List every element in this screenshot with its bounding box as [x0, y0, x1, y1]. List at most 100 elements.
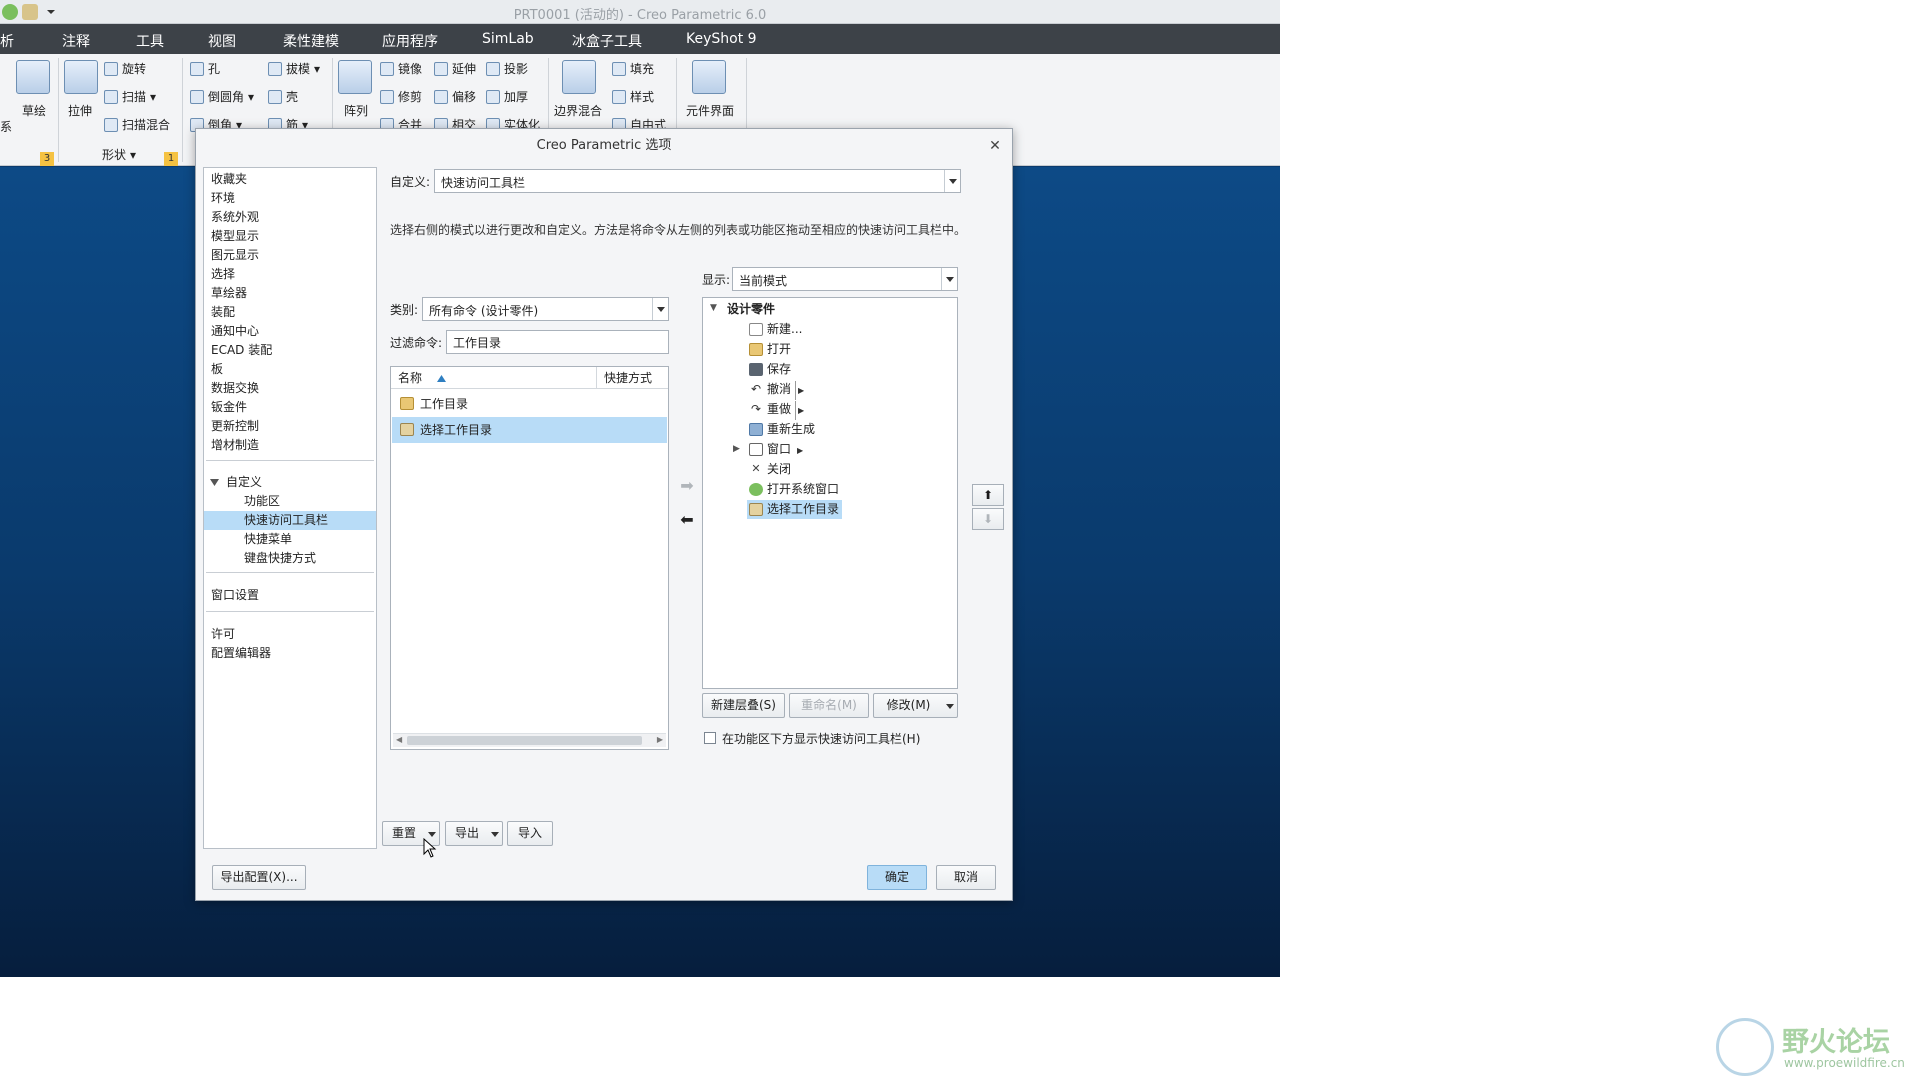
nav-favorites[interactable]: 收藏夹: [204, 170, 376, 189]
pattern-button[interactable]: 阵列: [344, 102, 368, 119]
boundary-blend-button[interactable]: 边界混合: [554, 102, 602, 119]
category-select[interactable]: 所有命令 (设计零件): [422, 297, 669, 321]
hole-button[interactable]: 孔: [190, 60, 220, 77]
customize-select[interactable]: 快速访问工具栏: [434, 169, 961, 193]
tree-item-close[interactable]: ✕ 关闭: [747, 460, 791, 479]
command-list-scrollbar[interactable]: ◀ ▶: [393, 733, 666, 747]
nav-board[interactable]: 板: [204, 360, 376, 379]
component-interface-button[interactable]: 元件界面: [686, 102, 734, 119]
tree-item-select-working-dir[interactable]: 选择工作目录: [747, 500, 843, 519]
list-item[interactable]: 选择工作目录: [392, 417, 667, 443]
scrollbar-thumb[interactable]: [407, 736, 642, 745]
menu-annotate[interactable]: 注释: [62, 31, 90, 51]
menu-keyshot[interactable]: KeyShot 9: [686, 31, 757, 47]
component-interface-icon[interactable]: [692, 60, 726, 94]
nav-shortcut-menus[interactable]: 快捷菜单: [204, 530, 376, 549]
modify-button[interactable]: 修改(M): [873, 693, 958, 718]
sweep-button[interactable]: 扫描 ▾: [104, 88, 156, 105]
thicken-button[interactable]: 加厚: [486, 88, 528, 105]
nav-update-control[interactable]: 更新控制: [204, 417, 376, 436]
nav-window-settings[interactable]: 窗口设置: [204, 586, 376, 605]
shell-button[interactable]: 壳: [268, 88, 298, 105]
tree-item-open[interactable]: 打开: [747, 340, 791, 359]
menu-view[interactable]: 视图: [208, 31, 236, 51]
scroll-right-icon[interactable]: ▶: [657, 735, 663, 744]
boundary-blend-icon[interactable]: [562, 60, 596, 94]
pattern-icon[interactable]: [338, 60, 372, 94]
nav-sketcher[interactable]: 草绘器: [204, 284, 376, 303]
shortcut-column-header[interactable]: 快捷方式: [597, 367, 668, 389]
add-to-toolbar-arrow-icon[interactable]: ➡: [677, 476, 697, 496]
nav-notification-center[interactable]: 通知中心: [204, 322, 376, 341]
fill-button[interactable]: 填充: [612, 60, 654, 77]
nav-sheetmetal[interactable]: 钣金件: [204, 398, 376, 417]
tree-item-redo[interactable]: ↷ 重做 ▶: [747, 400, 804, 420]
nav-environment[interactable]: 环境: [204, 189, 376, 208]
expand-icon[interactable]: ▶: [733, 444, 740, 454]
export-button[interactable]: 导出: [445, 821, 503, 846]
nav-quick-access-toolbar[interactable]: 快速访问工具栏: [204, 511, 376, 530]
remove-from-toolbar-arrow-icon[interactable]: ⬅: [677, 510, 697, 530]
tree-item-save[interactable]: 保存: [747, 360, 791, 379]
nav-entity-display[interactable]: 图元显示: [204, 246, 376, 265]
move-up-button[interactable]: ⬆: [972, 484, 1004, 506]
show-mode-select[interactable]: 当前模式: [732, 267, 958, 291]
sketch-icon[interactable]: [16, 60, 50, 94]
shape-group-label[interactable]: 形状 ▾: [102, 146, 136, 163]
menu-tools[interactable]: 工具: [136, 31, 164, 51]
tree-item-new[interactable]: 新建...: [747, 320, 802, 339]
nav-keyboard-shortcuts[interactable]: 键盘快捷方式: [204, 549, 376, 568]
filter-commands-input[interactable]: [446, 330, 669, 354]
tree-item-open-system-window[interactable]: 打开系统窗口: [747, 480, 839, 499]
trim-button[interactable]: 修剪: [380, 88, 422, 105]
tree-item-regenerate[interactable]: 重新生成: [747, 420, 815, 439]
swept-blend-button[interactable]: 扫描混合: [104, 116, 170, 133]
extrude-button[interactable]: 拉伸: [68, 102, 92, 119]
close-icon[interactable]: ✕: [986, 137, 1004, 155]
menu-simlab[interactable]: SimLab: [482, 31, 534, 47]
draft-button[interactable]: 拔模 ▾: [268, 60, 320, 77]
rename-button[interactable]: 重命名(M): [789, 693, 869, 718]
revolve-label: 旋转: [122, 62, 147, 76]
nav-model-display[interactable]: 模型显示: [204, 227, 376, 246]
import-button[interactable]: 导入: [507, 821, 553, 846]
menu-icebox-tools[interactable]: 冰盒子工具: [572, 31, 642, 51]
nav-config-editor[interactable]: 配置编辑器: [204, 644, 376, 663]
sketch-button[interactable]: 草绘: [22, 102, 46, 119]
name-column-header[interactable]: 名称: [391, 367, 597, 389]
extrude-icon[interactable]: [64, 60, 98, 94]
project-button[interactable]: 投影: [486, 60, 528, 77]
options-dialog: Creo Parametric 选项 ✕ 收藏夹 环境 系统外观 模型显示 图元…: [195, 128, 1013, 901]
ok-button[interactable]: 确定: [867, 865, 927, 890]
nav-license[interactable]: 许可: [204, 625, 376, 644]
offset-button[interactable]: 偏移: [434, 88, 476, 105]
list-item[interactable]: 工作目录: [392, 391, 667, 417]
nav-data-exchange[interactable]: 数据交换: [204, 379, 376, 398]
nav-assembly[interactable]: 装配: [204, 303, 376, 322]
scroll-left-icon[interactable]: ◀: [396, 735, 402, 744]
tree-root[interactable]: 设计零件: [707, 300, 775, 319]
export-config-button[interactable]: 导出配置(X)...: [212, 865, 306, 890]
new-cascade-button[interactable]: 新建层叠(S): [702, 693, 785, 718]
tree-item-undo[interactable]: ↶ 撤消 ▶: [747, 380, 804, 400]
style-icon: [612, 89, 626, 104]
nav-additive-manufacturing[interactable]: 增材制造: [204, 436, 376, 455]
show-below-ribbon-checkbox[interactable]: [704, 732, 716, 744]
tree-item-window[interactable]: 窗口 ▶: [747, 440, 803, 459]
round-button[interactable]: 倒圆角 ▾: [190, 88, 254, 105]
mirror-button[interactable]: 镜像: [380, 60, 422, 77]
nav-ribbon[interactable]: 功能区: [204, 492, 376, 511]
extend-button[interactable]: 延伸: [434, 60, 476, 77]
nav-customize[interactable]: 自定义: [204, 473, 376, 492]
revolve-button[interactable]: 旋转: [104, 60, 146, 77]
menu-flexible-modeling[interactable]: 柔性建模: [283, 31, 339, 51]
nav-selection[interactable]: 选择: [204, 265, 376, 284]
nav-ecad-assembly[interactable]: ECAD 装配: [204, 341, 376, 360]
menu-applications[interactable]: 应用程序: [382, 31, 438, 51]
cancel-button[interactable]: 取消: [936, 865, 996, 890]
menu-analysis[interactable]: 析: [0, 31, 14, 51]
nav-system-appearance[interactable]: 系统外观: [204, 208, 376, 227]
style-button[interactable]: 样式: [612, 88, 654, 105]
filter-commands-field[interactable]: [447, 331, 668, 353]
move-down-button[interactable]: ⬇: [972, 508, 1004, 530]
